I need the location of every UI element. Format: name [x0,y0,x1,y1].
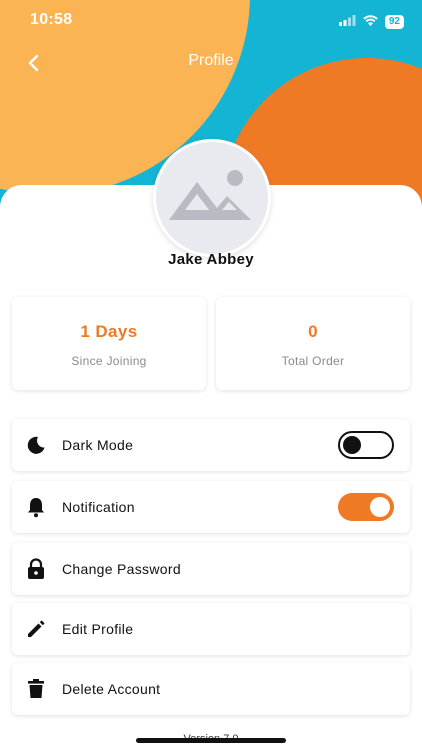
bell-icon [24,495,48,519]
home-indicator [136,738,286,743]
menu-item-label: Notification [62,499,135,515]
menu-item-delete-account[interactable]: Delete Account [12,663,410,715]
wifi-icon [363,13,378,31]
menu-item-change-password[interactable]: Change Password [12,543,410,595]
notification-toggle[interactable] [338,493,394,521]
stat-label: Since Joining [71,354,147,368]
moon-icon [24,433,48,457]
status-icons: 92 [338,13,404,31]
menu-item-label: Delete Account [62,681,161,697]
status-time: 10:58 [30,11,73,28]
stat-card-since-joining: 1 Days Since Joining [12,297,206,390]
menu-item-dark-mode[interactable]: Dark Mode [12,419,410,471]
lock-icon [24,557,48,581]
status-bar: 10:58 92 [0,0,422,42]
stat-card-total-order: 0 Total Order [216,297,410,390]
dark-mode-toggle[interactable] [338,431,394,459]
battery-indicator: 92 [384,15,404,29]
stat-label: Total Order [281,354,345,368]
menu-item-label: Edit Profile [62,621,134,637]
stat-value: 0 [308,322,318,341]
avatar[interactable] [153,139,271,257]
profile-name: Jake Abbey [168,251,254,268]
signal-icon [338,13,356,31]
page-title: Profile [188,52,234,69]
image-placeholder-icon [169,170,251,220]
menu-item-label: Change Password [62,561,181,577]
menu-item-edit-profile[interactable]: Edit Profile [12,603,410,655]
menu-item-notification[interactable]: Notification [12,481,410,533]
stat-value: 1 Days [80,322,138,341]
toggle-knob [370,497,390,517]
trash-icon [24,677,48,701]
pencil-icon [24,617,48,641]
toggle-knob [343,436,361,454]
menu-item-label: Dark Mode [62,437,134,453]
